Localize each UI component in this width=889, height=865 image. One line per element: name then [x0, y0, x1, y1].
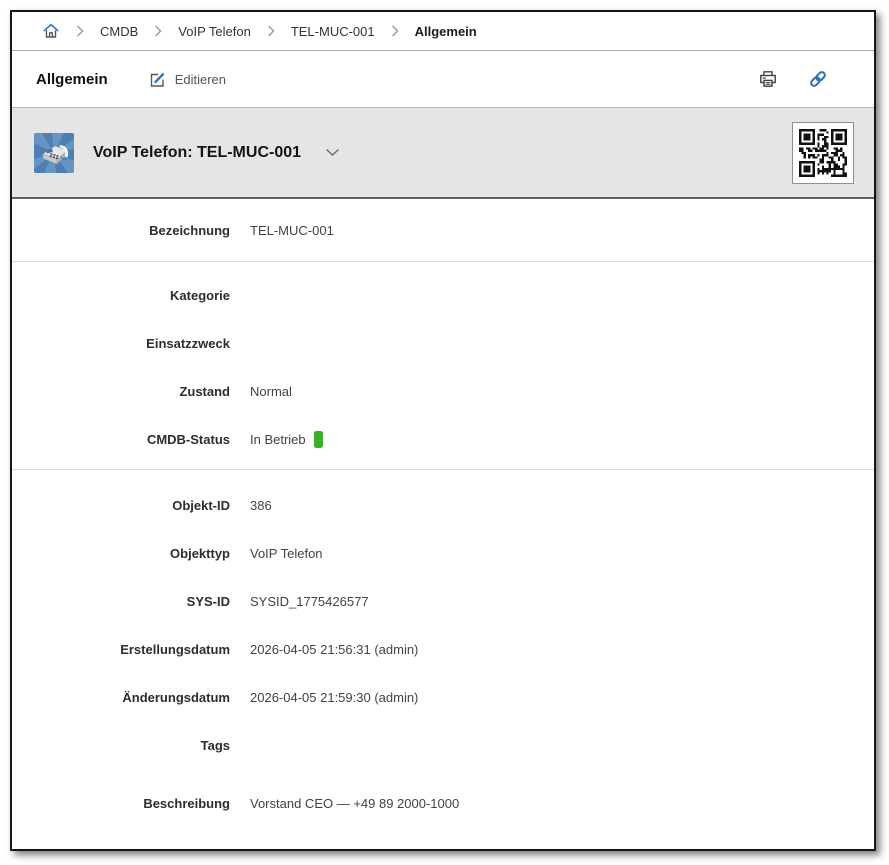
- object-title: VoIP Telefon: TEL-MUC-001: [93, 144, 301, 162]
- breadcrumb-item-allgemein: Allgemein: [415, 24, 477, 39]
- field-label: SYS-ID: [12, 594, 230, 609]
- field-value: In Betrieb: [250, 431, 323, 448]
- section-meta: Objekt-ID 386 Objekttyp VoIP Telefon SYS…: [12, 469, 874, 847]
- field-label: Erstellungsdatum: [12, 642, 230, 657]
- field-value: TEL-MUC-001: [250, 223, 334, 238]
- app-window: CMDB VoIP Telefon TEL-MUC-001 Allgemein …: [10, 10, 876, 851]
- print-button[interactable]: [756, 67, 780, 91]
- field-label: Zustand: [12, 384, 230, 399]
- chevron-right-icon: [154, 25, 162, 37]
- chevron-right-icon: [267, 25, 275, 37]
- printer-icon: [758, 69, 778, 89]
- field-row-sys-id: SYS-ID SYSID_1775426577: [12, 577, 874, 625]
- field-value: Vorstand CEO — +49 89 2000-1000: [250, 796, 459, 811]
- breadcrumb-item-voip-telefon[interactable]: VoIP Telefon: [178, 24, 251, 39]
- field-row-bezeichnung: Bezeichnung TEL-MUC-001: [12, 206, 874, 254]
- field-value: 386: [250, 498, 272, 513]
- edit-button-label: Editieren: [175, 72, 226, 87]
- qr-code-svg: [799, 129, 847, 177]
- status-green-badge: [314, 431, 323, 448]
- edit-pencil-icon: [148, 70, 167, 89]
- chevron-down-icon[interactable]: [323, 146, 342, 159]
- field-value: VoIP Telefon: [250, 546, 323, 561]
- field-row-objekttyp: Objekttyp VoIP Telefon: [12, 529, 874, 577]
- field-row-kategorie: Kategorie: [12, 271, 874, 319]
- link-chain-icon: [808, 69, 828, 89]
- breadcrumb-item-tel-muc-001[interactable]: TEL-MUC-001: [291, 24, 375, 39]
- field-row-zustand: Zustand Normal: [12, 367, 874, 415]
- toolbar-actions: [756, 67, 830, 91]
- home-icon[interactable]: [42, 22, 60, 40]
- edit-button[interactable]: Editieren: [146, 66, 228, 93]
- qr-code: [792, 122, 854, 184]
- permalink-button[interactable]: [806, 67, 830, 91]
- field-row-erstellungsdatum: Erstellungsdatum 2026-04-05 21:56:31 (ad…: [12, 625, 874, 673]
- field-label: Bezeichnung: [12, 223, 230, 238]
- chevron-right-icon: [391, 25, 399, 37]
- field-label: Objekttyp: [12, 546, 230, 561]
- category-content: Bezeichnung TEL-MUC-001 Kategorie Einsat…: [12, 199, 874, 847]
- voip-phone-image: [34, 133, 74, 173]
- field-value: 2026-04-05 21:56:31 (admin): [250, 642, 418, 657]
- section-general: Bezeichnung TEL-MUC-001: [12, 199, 874, 261]
- field-row-einsatzzweck: Einsatzzweck: [12, 319, 874, 367]
- category-toolbar: Allgemein Editieren: [12, 51, 874, 107]
- section-classification: Kategorie Einsatzzweck Zustand Normal CM…: [12, 261, 874, 469]
- cmdb-status-text: In Betrieb: [250, 432, 306, 447]
- chevron-right-icon: [76, 25, 84, 37]
- field-row-cmdb-status: CMDB-Status In Betrieb: [12, 415, 874, 463]
- page-title: Allgemein: [36, 71, 108, 88]
- field-label: Objekt-ID: [12, 498, 230, 513]
- breadcrumb: CMDB VoIP Telefon TEL-MUC-001 Allgemein: [12, 12, 874, 51]
- field-label: CMDB-Status: [12, 432, 230, 447]
- object-header: VoIP Telefon: TEL-MUC-001: [12, 107, 874, 199]
- field-label: Tags: [12, 738, 230, 753]
- field-row-beschreibung: Beschreibung Vorstand CEO — +49 89 2000-…: [12, 779, 874, 827]
- field-value: SYSID_1775426577: [250, 594, 369, 609]
- field-row-objekt-id: Objekt-ID 386: [12, 481, 874, 529]
- field-value: Normal: [250, 384, 292, 399]
- breadcrumb-item-cmdb[interactable]: CMDB: [100, 24, 138, 39]
- field-label: Beschreibung: [12, 796, 230, 811]
- field-label: Kategorie: [12, 288, 230, 303]
- field-value: 2026-04-05 21:59:30 (admin): [250, 690, 418, 705]
- field-row-aenderungsdatum: Änderungsdatum 2026-04-05 21:59:30 (admi…: [12, 673, 874, 721]
- field-label: Änderungsdatum: [12, 690, 230, 705]
- field-label: Einsatzzweck: [12, 336, 230, 351]
- field-row-tags: Tags: [12, 721, 874, 769]
